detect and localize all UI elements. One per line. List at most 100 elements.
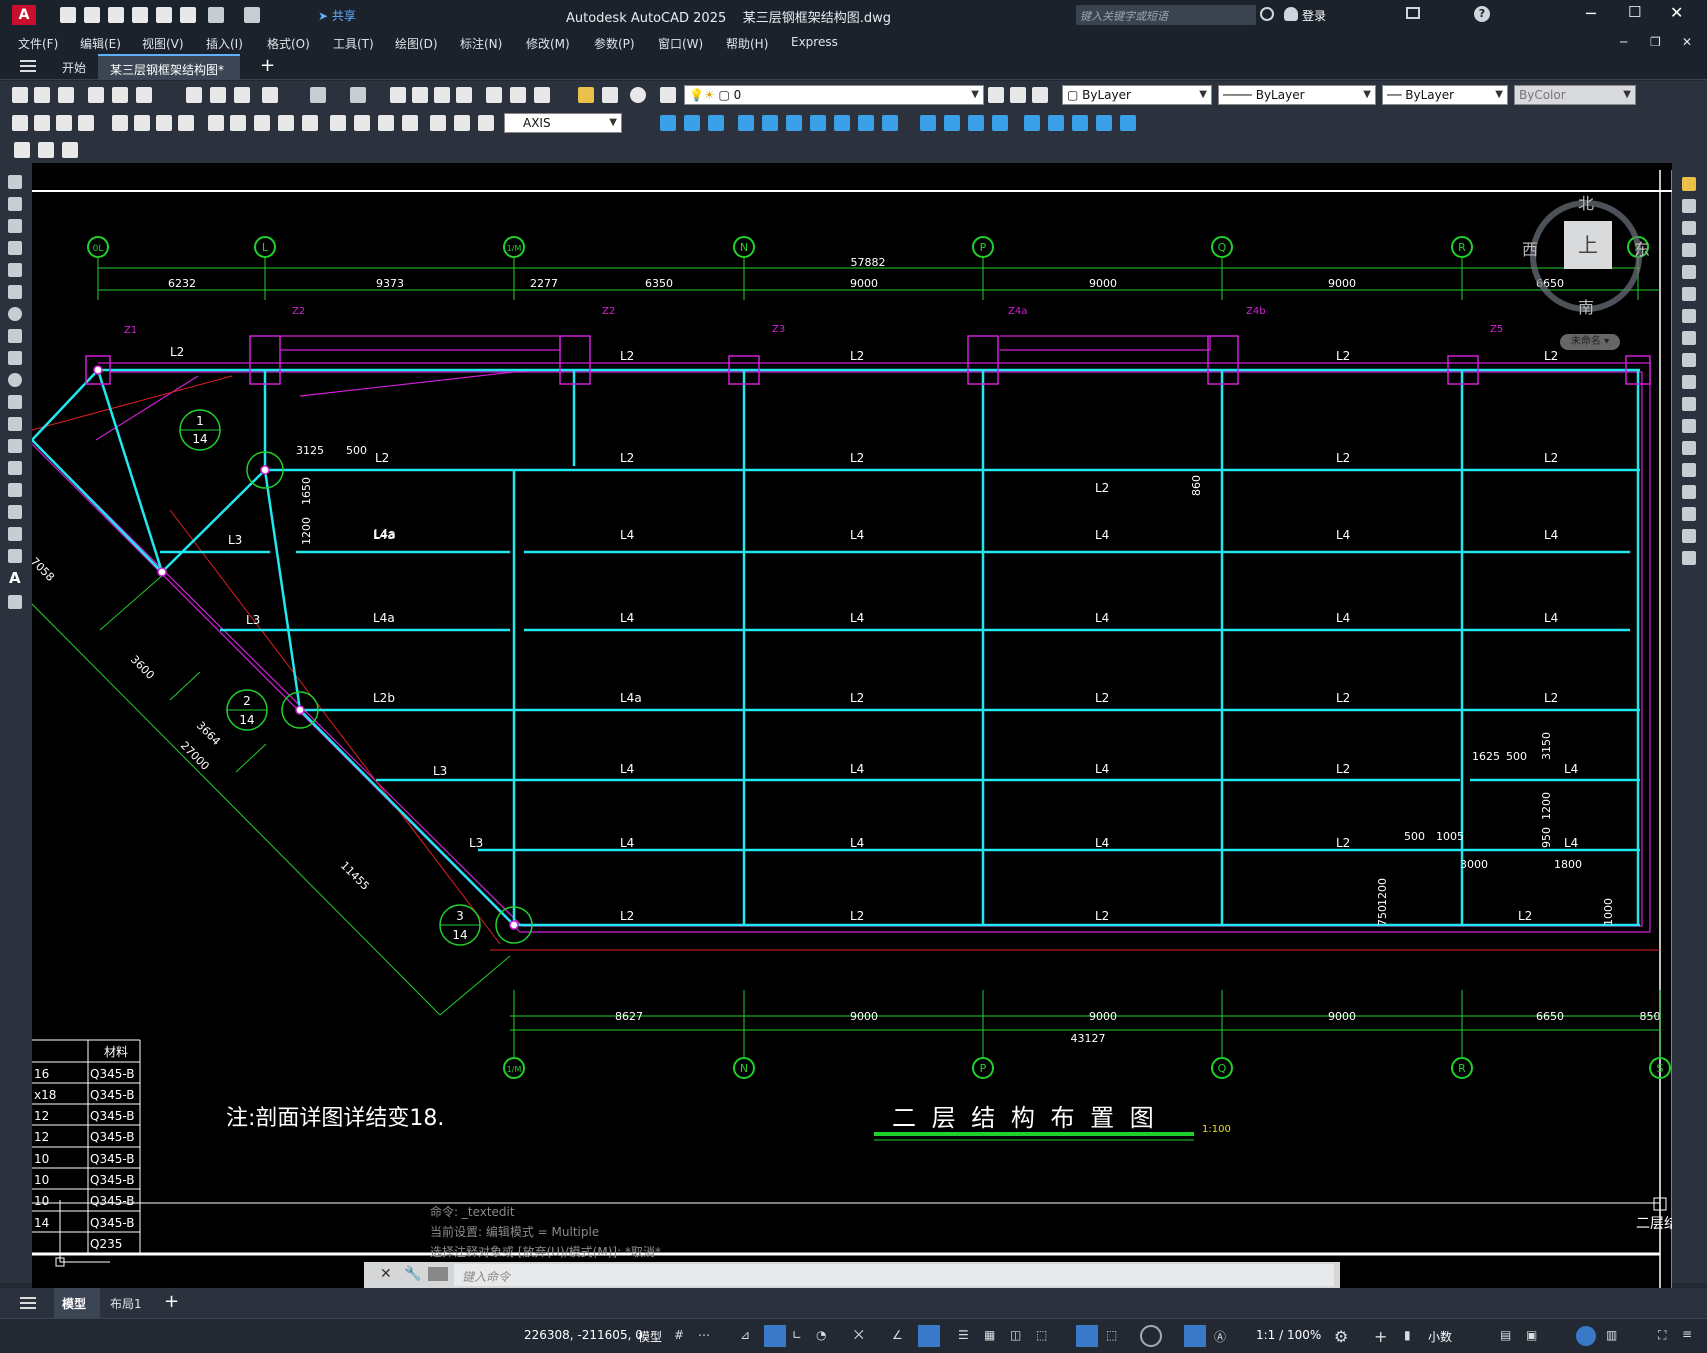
osnap-icon[interactable]: [918, 1325, 940, 1347]
layer-match-icon[interactable]: [1010, 87, 1026, 103]
spline-icon[interactable]: [8, 351, 22, 365]
selection-filter-icon[interactable]: ⬚: [1106, 1328, 1117, 1342]
paste-icon[interactable]: [234, 87, 250, 103]
layer-properties-icon[interactable]: [660, 87, 676, 103]
minimize-button[interactable]: ─: [1586, 4, 1596, 23]
sheetset-icon[interactable]: [578, 87, 594, 103]
dim-arc-icon[interactable]: [56, 115, 72, 131]
layer-dropdown[interactable]: 💡☀ ▢ 0 ▼: [684, 85, 984, 105]
gizmo-icon[interactable]: [1140, 1325, 1162, 1347]
autocad-logo-icon[interactable]: A: [12, 5, 36, 25]
osnap-tracking-icon[interactable]: ∠: [892, 1328, 903, 1342]
rotate-icon[interactable]: [1682, 309, 1696, 323]
dim-diameter-icon[interactable]: [156, 115, 172, 131]
chamfer-icon[interactable]: [1682, 485, 1696, 499]
region-icon[interactable]: [8, 527, 22, 541]
auto-scale-icon[interactable]: Ⓐ: [1214, 1328, 1226, 1345]
infer-icon[interactable]: ⊿: [740, 1328, 750, 1342]
layout-menu-icon[interactable]: [20, 1297, 36, 1309]
tolerance-icon[interactable]: [330, 115, 346, 131]
plot-icon[interactable]: [156, 7, 172, 23]
dynamic-ucs-icon[interactable]: [1076, 1325, 1098, 1347]
lock-ui-icon[interactable]: ▣: [1526, 1328, 1537, 1342]
center-mark-icon[interactable]: [354, 115, 370, 131]
revcloud-icon[interactable]: [8, 329, 22, 343]
text-style-icon[interactable]: [62, 142, 78, 158]
selection-cycling-icon[interactable]: ◫: [1010, 1328, 1021, 1342]
menu-tools[interactable]: 工具(T): [333, 35, 374, 52]
wcs-dropdown[interactable]: 未命名 ▾: [1560, 334, 1620, 350]
quick-properties-icon[interactable]: ▤: [1500, 1328, 1511, 1342]
command-input[interactable]: 键入命令: [454, 1264, 1334, 1286]
menu-file[interactable]: 文件(F): [18, 35, 58, 52]
modify-erase-icon[interactable]: [1048, 115, 1064, 131]
command-prompt-icon[interactable]: [428, 1267, 448, 1281]
3d-osnap-icon[interactable]: ⬚: [1036, 1328, 1047, 1342]
modify-stretch-icon[interactable]: [834, 115, 850, 131]
join-icon[interactable]: [1682, 463, 1696, 477]
design-center-icon[interactable]: [510, 87, 526, 103]
polyline-icon[interactable]: [8, 219, 22, 233]
compass-north[interactable]: 北: [1578, 190, 1594, 214]
zoom-realtime-icon[interactable]: [412, 87, 428, 103]
tool-palettes-icon[interactable]: [534, 87, 550, 103]
edit-text-icon[interactable]: [14, 142, 30, 158]
isolate-objects-icon[interactable]: [1576, 1326, 1596, 1346]
menu-dimension[interactable]: 标注(N): [460, 35, 502, 52]
modify-fillet-icon[interactable]: [992, 115, 1008, 131]
doc-restore-button[interactable]: ❐: [1650, 35, 1661, 49]
add-selected-icon[interactable]: [8, 595, 22, 609]
doc-close-button[interactable]: ✕: [1682, 35, 1692, 49]
modify-rotate-icon[interactable]: [786, 115, 802, 131]
copy-icon[interactable]: [210, 87, 226, 103]
dimstyle-dropdown[interactable]: AXIS ▼: [504, 113, 622, 133]
array-icon[interactable]: [1682, 265, 1696, 279]
tab-model[interactable]: 模型: [54, 1288, 100, 1318]
menu-edit[interactable]: 编辑(E): [80, 35, 121, 52]
find-text-icon[interactable]: [38, 142, 54, 158]
isodraft-icon[interactable]: ⨉: [854, 1328, 864, 1343]
annotation-monitor-icon[interactable]: +: [1374, 1327, 1387, 1346]
modify-chamfer-icon[interactable]: [968, 115, 984, 131]
add-layout-button[interactable]: +: [164, 1291, 179, 1312]
modify-offset-icon[interactable]: [738, 115, 754, 131]
clean-screen-icon[interactable]: ⛶: [1658, 1328, 1666, 1343]
hardware-accel-icon[interactable]: ▥: [1606, 1328, 1617, 1342]
dim-aligned-icon[interactable]: [34, 115, 50, 131]
fillet-icon[interactable]: [1682, 507, 1696, 521]
modify-scale-icon[interactable]: [810, 115, 826, 131]
modify-move-icon[interactable]: [660, 115, 676, 131]
user-icon[interactable]: [1284, 7, 1298, 21]
insert-block-icon[interactable]: [8, 417, 22, 431]
workspace-gear-icon[interactable]: ⚙: [1334, 1327, 1348, 1346]
menu-draw[interactable]: 绘图(D): [395, 35, 438, 52]
plotstyle-dropdown[interactable]: ByColor ▼: [1514, 85, 1636, 105]
make-block-icon[interactable]: [8, 439, 22, 453]
dim-update-icon[interactable]: [478, 115, 494, 131]
help-icon[interactable]: [630, 87, 646, 103]
blend-icon[interactable]: [1682, 529, 1696, 543]
cut-icon[interactable]: [186, 87, 202, 103]
drawing-canvas[interactable]: 57882 6232 9373 2277 6350 9000 9000 9000…: [28, 163, 1678, 1288]
modify-explode-icon[interactable]: [1024, 115, 1040, 131]
modify-lengthen-icon[interactable]: [1072, 115, 1088, 131]
construction-line-icon[interactable]: [8, 197, 22, 211]
dim-break-icon[interactable]: [302, 115, 318, 131]
coordinates-readout[interactable]: 226308, -211605, 0: [524, 1328, 643, 1342]
pan-icon[interactable]: [390, 87, 406, 103]
preview-icon[interactable]: [112, 87, 128, 103]
tab-layout1[interactable]: 布局1: [110, 1295, 142, 1312]
grid-icon[interactable]: #: [674, 1328, 684, 1342]
lineweight-icon[interactable]: ☰: [958, 1328, 969, 1342]
zoom-previous-icon[interactable]: [456, 87, 472, 103]
arc-icon[interactable]: [8, 285, 22, 299]
dim-ordinate-icon[interactable]: [78, 115, 94, 131]
modify-extend-icon[interactable]: [882, 115, 898, 131]
qdim-icon[interactable]: [208, 115, 224, 131]
mtext-icon[interactable]: A: [9, 569, 21, 587]
explode-icon[interactable]: [1682, 551, 1696, 565]
customization-icon[interactable]: ≡: [1682, 1327, 1692, 1341]
hamburger-menu-icon[interactable]: [20, 60, 36, 72]
viewcube-face-top[interactable]: 上: [1564, 221, 1612, 269]
dim-text-edit-icon[interactable]: [454, 115, 470, 131]
